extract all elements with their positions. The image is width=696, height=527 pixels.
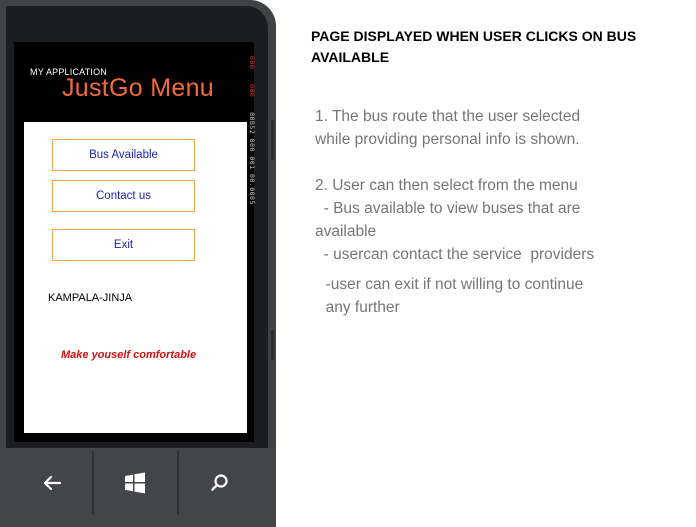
- back-button[interactable]: [32, 468, 72, 498]
- selected-route: KAMPALA-JINJA: [48, 292, 133, 304]
- description-line: any further: [317, 299, 400, 316]
- frame-rate-counter-value-1: 000: [248, 56, 256, 70]
- search-button[interactable]: [200, 468, 240, 498]
- navigation-bar: [0, 448, 276, 527]
- description-line: available: [315, 223, 377, 240]
- back-arrow-icon: [43, 475, 62, 491]
- power-button: [271, 330, 274, 360]
- nav-divider: [92, 451, 94, 515]
- start-button[interactable]: [115, 468, 155, 498]
- volume-button: [271, 120, 274, 160]
- frame-rate-counter-value-2: 000: [248, 84, 256, 98]
- windows-start-icon: [125, 472, 145, 494]
- contact-us-button[interactable]: Contact us: [52, 180, 195, 212]
- description-line: - Bus available to view buses that are: [315, 200, 581, 217]
- description-line: -user can exit if not willing to continu…: [317, 276, 584, 293]
- description-line: 2. User can then select from the menu: [315, 177, 578, 194]
- phone-device: MY APPLICATION JustGo Menu 000 000 00B52…: [0, 0, 276, 527]
- bus-available-button[interactable]: Bus Available: [52, 139, 195, 171]
- nav-divider: [177, 451, 179, 515]
- menu-page: Bus Available Contact us Exit KAMPALA-JI…: [24, 122, 247, 433]
- page-title: JustGo Menu: [62, 74, 214, 102]
- description-title: PAGE DISPLAYED WHEN USER CLICKS ON BUS A…: [311, 28, 637, 65]
- exit-button[interactable]: Exit: [52, 229, 195, 261]
- search-icon: [211, 474, 228, 491]
- tagline: Make youself comfortable: [61, 349, 197, 361]
- description-line: while providing personal info is shown.: [315, 131, 580, 148]
- app-header: MY APPLICATION JustGo Menu: [24, 42, 248, 122]
- description-line: - usercan contact the service providers: [315, 246, 595, 263]
- phone-screen: MY APPLICATION JustGo Menu 000 000 00B52…: [14, 42, 256, 442]
- frame-rate-counter-value-3: 00B52 000 001 00.0005: [248, 112, 256, 205]
- description-line: 1. The bus route that the user selected: [315, 108, 581, 125]
